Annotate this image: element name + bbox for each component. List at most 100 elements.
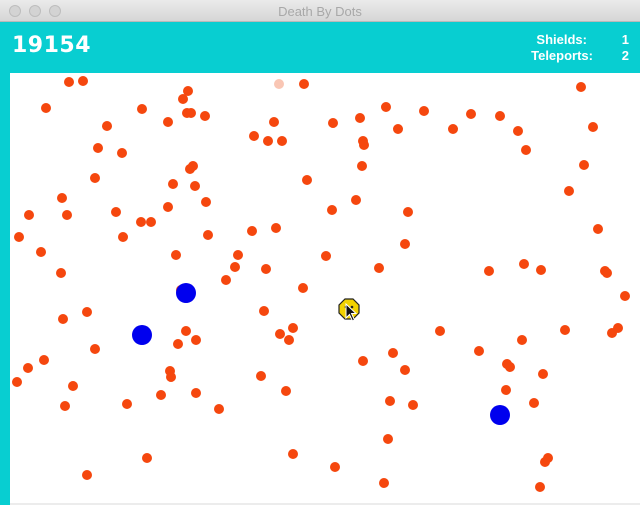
enemy-dot <box>388 348 398 358</box>
enemy-dot <box>613 323 623 333</box>
enemy-dot <box>536 265 546 275</box>
enemy-dot <box>12 377 22 387</box>
enemy-dot <box>178 94 188 104</box>
enemy-dot <box>200 111 210 121</box>
enemy-dot <box>62 210 72 220</box>
enemy-dot <box>328 118 338 128</box>
enemy-dot <box>513 126 523 136</box>
enemy-dot <box>358 356 368 366</box>
enemy-dot <box>495 111 505 121</box>
enemy-dot <box>379 478 389 488</box>
enemy-dot <box>355 113 365 123</box>
enemy-dot <box>82 307 92 317</box>
enemy-dot <box>136 217 146 227</box>
enemy-dot <box>529 398 539 408</box>
enemy-dot <box>400 365 410 375</box>
enemy-dot <box>191 335 201 345</box>
enemy-dot <box>117 148 127 158</box>
enemy-dot <box>517 335 527 345</box>
enemy-dot <box>321 251 331 261</box>
enemy-dot <box>261 264 271 274</box>
enemy-dot <box>233 250 243 260</box>
enemy-dot <box>14 232 24 242</box>
enemy-dot <box>385 396 395 406</box>
powerup-dot <box>132 325 152 345</box>
enemy-dot <box>299 79 309 89</box>
enemy-dot <box>249 131 259 141</box>
enemy-dot <box>535 482 545 492</box>
enemy-dot <box>186 108 196 118</box>
enemy-dot <box>156 390 166 400</box>
enemy-dot <box>90 344 100 354</box>
enemy-dot <box>185 164 195 174</box>
enemy-dot <box>41 103 51 113</box>
enemy-dot <box>281 386 291 396</box>
enemy-dot <box>351 195 361 205</box>
enemy-dot <box>56 268 66 278</box>
enemy-dot <box>538 369 548 379</box>
enemy-dot <box>330 462 340 472</box>
enemy-dot <box>256 371 266 381</box>
enemy-dot <box>403 207 413 217</box>
enemy-dot <box>93 143 103 153</box>
enemy-dot <box>78 76 88 86</box>
enemy-dot <box>203 230 213 240</box>
enemy-dot <box>435 326 445 336</box>
enemy-dot <box>163 117 173 127</box>
enemy-dot <box>521 145 531 155</box>
game-canvas[interactable] <box>0 0 640 505</box>
enemy-dot <box>602 268 612 278</box>
enemy-dot <box>620 291 630 301</box>
enemy-dot <box>23 363 33 373</box>
enemy-dot <box>579 160 589 170</box>
powerups <box>132 283 510 425</box>
enemy-dot <box>383 434 393 444</box>
enemy-dot <box>288 323 298 333</box>
enemy-dot <box>190 181 200 191</box>
enemy-dot <box>505 362 515 372</box>
enemy-dot <box>171 250 181 260</box>
enemy-dot <box>111 207 121 217</box>
enemy-dot <box>230 262 240 272</box>
enemy-dot <box>122 399 132 409</box>
enemy-dot <box>593 224 603 234</box>
enemy-dot <box>60 401 70 411</box>
enemy-dot <box>393 124 403 134</box>
enemy-dot <box>58 314 68 324</box>
enemy-dot <box>466 109 476 119</box>
enemy-dot <box>118 232 128 242</box>
enemy-dot <box>201 197 211 207</box>
enemy-dot <box>269 117 279 127</box>
enemy-dot <box>82 470 92 480</box>
enemy-dot <box>64 77 74 87</box>
enemy-dot <box>68 381 78 391</box>
powerup-dot <box>176 283 196 303</box>
enemy-dot <box>163 202 173 212</box>
enemy-dot <box>560 325 570 335</box>
enemy-dot <box>214 404 224 414</box>
enemy-dot <box>374 263 384 273</box>
enemy-dot <box>221 275 231 285</box>
enemy-dot <box>576 82 586 92</box>
enemy-dot <box>501 385 511 395</box>
enemy-dot <box>146 217 156 227</box>
enemy-dot <box>142 453 152 463</box>
enemy-dot <box>327 205 337 215</box>
enemy-dot <box>284 335 294 345</box>
enemy-dot <box>400 239 410 249</box>
enemy-dot <box>543 453 553 463</box>
enemy-dots <box>12 76 630 492</box>
enemy-dot <box>288 449 298 459</box>
enemy-dot <box>519 259 529 269</box>
enemy-dot <box>24 210 34 220</box>
enemy-dot <box>588 122 598 132</box>
enemy-dot <box>357 161 367 171</box>
powerup-dot <box>490 405 510 425</box>
enemy-dot <box>277 136 287 146</box>
enemy-dot <box>359 140 369 150</box>
spawning-dot <box>274 79 284 89</box>
enemy-dot <box>39 355 49 365</box>
enemy-dot <box>564 186 574 196</box>
enemy-dot <box>298 283 308 293</box>
enemy-dot <box>381 102 391 112</box>
